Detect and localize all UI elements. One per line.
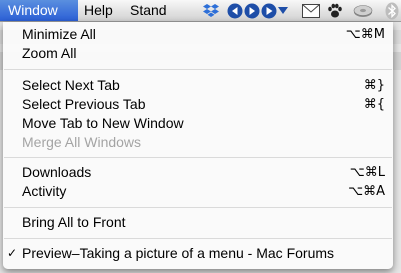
paw-icon[interactable] bbox=[327, 3, 343, 19]
menu-separator bbox=[4, 207, 392, 208]
menu-item-minimize-all[interactable]: Minimize All ⌥⌘M bbox=[3, 25, 393, 44]
menu-item-window-preview[interactable]: ✓ Preview–Taking a picture of a menu - M… bbox=[3, 244, 393, 263]
checkmark-icon: ✓ bbox=[7, 246, 18, 260]
menu-bar: Window Help Stand bbox=[0, 0, 401, 22]
menu-item-label: Select Next Tab bbox=[22, 77, 120, 93]
back-icon[interactable] bbox=[227, 3, 243, 19]
bluetooth-icon[interactable] bbox=[385, 2, 399, 20]
menu-item-label: Preview–Taking a picture of a menu - Mac… bbox=[22, 245, 335, 261]
window-menu-dropdown: Minimize All ⌥⌘M Zoom All Select Next Ta… bbox=[3, 22, 393, 269]
menu-item-shortcut: ⌘} bbox=[363, 78, 385, 93]
dropdown-arrow-icon[interactable] bbox=[278, 7, 288, 15]
drive-icon[interactable] bbox=[353, 3, 373, 19]
menu-item-downloads[interactable]: Downloads ⌥⌘L bbox=[3, 163, 393, 182]
menu-item-shortcut: ⌥⌘A bbox=[348, 184, 385, 199]
menu-separator bbox=[4, 238, 392, 239]
menu-item-move-tab-to-new-window[interactable]: Move Tab to New Window bbox=[3, 114, 393, 133]
dropbox-icon[interactable] bbox=[203, 2, 219, 18]
menu-item-select-next-tab[interactable]: Select Next Tab ⌘} bbox=[3, 76, 393, 95]
mail-icon[interactable] bbox=[302, 4, 320, 18]
menu-help[interactable]: Help bbox=[76, 0, 121, 21]
menu-separator bbox=[4, 69, 392, 70]
menu-item-label: Bring All to Front bbox=[22, 214, 126, 230]
menu-item-label: Move Tab to New Window bbox=[22, 115, 184, 131]
menu-item-label: Select Previous Tab bbox=[22, 96, 146, 112]
menu-item-label: Minimize All bbox=[22, 26, 96, 42]
menu-item-label: Merge All Windows bbox=[22, 134, 142, 150]
menu-item-shortcut: ⌥⌘L bbox=[349, 165, 385, 180]
menu-item-bring-all-to-front[interactable]: Bring All to Front bbox=[3, 213, 393, 232]
menu-item-select-previous-tab[interactable]: Select Previous Tab ⌘{ bbox=[3, 95, 393, 114]
menu-separator bbox=[4, 157, 392, 158]
menu-item-label: Downloads bbox=[22, 164, 92, 180]
menu-window[interactable]: Window bbox=[0, 0, 78, 21]
menu-item-activity[interactable]: Activity ⌥⌘A bbox=[3, 182, 393, 201]
screen: Window Help Stand Minimize All ⌥⌘M Zoom … bbox=[0, 0, 401, 273]
menu-item-shortcut: ⌥⌘M bbox=[345, 27, 385, 42]
menu-item-shortcut: ⌘{ bbox=[363, 97, 385, 112]
menu-item-label: Zoom All bbox=[22, 45, 77, 61]
play-icon[interactable] bbox=[261, 3, 277, 19]
menu-item-label: Activity bbox=[22, 183, 67, 199]
menu-item-zoom-all[interactable]: Zoom All bbox=[3, 44, 393, 63]
menu-item-merge-all-windows: Merge All Windows bbox=[3, 133, 393, 152]
menu-stand[interactable]: Stand bbox=[122, 0, 175, 21]
forward-icon[interactable] bbox=[244, 3, 260, 19]
